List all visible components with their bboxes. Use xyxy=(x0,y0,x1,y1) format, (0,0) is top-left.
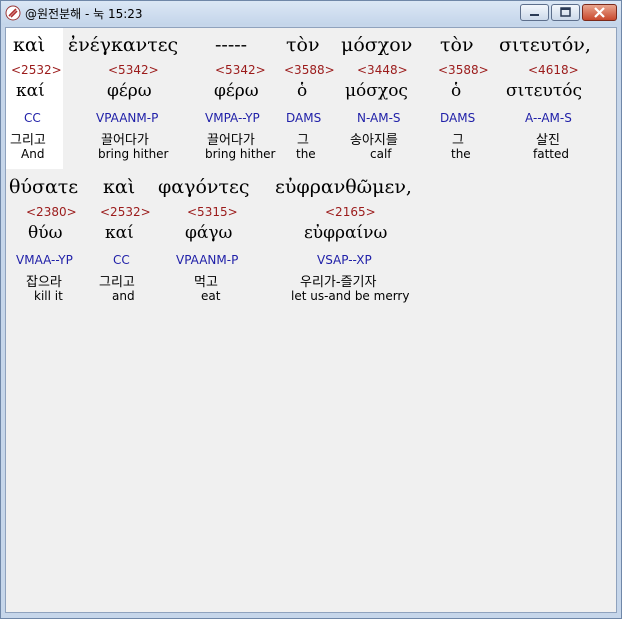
english-gloss: kill it xyxy=(34,289,63,303)
strong-number[interactable]: <3448> xyxy=(357,63,408,77)
english-gloss: calf xyxy=(370,147,392,161)
app-icon xyxy=(5,5,21,21)
english-gloss: the xyxy=(451,147,471,161)
greek-word[interactable]: τὸν xyxy=(440,34,474,56)
korean-gloss: 그리고 xyxy=(10,133,46,148)
lemma: εὐφραίνω xyxy=(304,223,388,243)
korean-gloss: 끌어다가 xyxy=(101,133,149,148)
lemma: φάγω xyxy=(185,223,233,243)
strong-number[interactable]: <5342> xyxy=(215,63,266,77)
korean-gloss: 그 xyxy=(452,133,464,148)
morphology-code[interactable]: CC xyxy=(24,111,41,125)
morphology-code[interactable]: VPAANM-P xyxy=(176,253,238,267)
korean-gloss: 그 xyxy=(297,133,309,148)
lemma: καί xyxy=(16,81,45,101)
english-gloss: let us-and be merry xyxy=(291,289,410,303)
lemma: θύω xyxy=(28,223,63,243)
greek-word[interactable]: ἐνέγκαντες xyxy=(68,34,178,56)
window-bottom-border xyxy=(1,613,621,618)
morphology-code[interactable]: DAMS xyxy=(440,111,475,125)
korean-gloss: 우리가-즐기자 xyxy=(300,275,377,290)
english-gloss: bring hither xyxy=(98,147,169,161)
morphology-code[interactable]: VPAANM-P xyxy=(96,111,158,125)
korean-gloss: 그리고 xyxy=(99,275,135,290)
strong-number[interactable]: <2380> xyxy=(26,205,77,219)
lemma: καί xyxy=(105,223,134,243)
lemma: μόσχος xyxy=(345,81,408,101)
close-button[interactable] xyxy=(582,4,617,21)
morphology-code[interactable]: VMPA--YP xyxy=(205,111,260,125)
title-bar[interactable]: @원전분해 - 눅 15:23 xyxy=(1,1,621,25)
korean-gloss: 잡으라 xyxy=(26,275,62,290)
maximize-button[interactable] xyxy=(551,4,580,21)
greek-word[interactable]: σιτευτόν, xyxy=(499,34,591,56)
english-gloss: and xyxy=(112,289,135,303)
strong-number[interactable]: <2532> xyxy=(11,63,62,77)
morphology-code[interactable]: CC xyxy=(113,253,130,267)
strong-number[interactable]: <5342> xyxy=(108,63,159,77)
strong-number[interactable]: <2165> xyxy=(325,205,376,219)
english-gloss: And xyxy=(21,147,45,161)
strong-number[interactable]: <5315> xyxy=(187,205,238,219)
interlinear-panel[interactable]: καὶ <2532> καί CC 그리고 And ἐνέγκαντες <53… xyxy=(5,27,617,613)
lemma: ὁ xyxy=(297,81,308,101)
greek-word[interactable]: καὶ xyxy=(103,176,135,198)
korean-gloss: 살진 xyxy=(536,133,560,148)
morphology-code[interactable]: VMAA--YP xyxy=(16,253,73,267)
english-gloss: the xyxy=(296,147,316,161)
window-title: @원전분해 - 눅 15:23 xyxy=(25,7,143,21)
greek-word[interactable]: θύσατε xyxy=(9,176,78,198)
minimize-button[interactable] xyxy=(520,4,549,21)
greek-word[interactable]: φαγόντες xyxy=(158,176,249,198)
strong-number[interactable]: <4618> xyxy=(528,63,579,77)
korean-gloss: 끌어다가 xyxy=(207,133,255,148)
morphology-code[interactable]: N-AM-S xyxy=(357,111,401,125)
morphology-code[interactable]: DAMS xyxy=(286,111,321,125)
minimize-icon xyxy=(530,14,539,16)
greek-word[interactable]: τὸν xyxy=(286,34,320,56)
greek-word[interactable]: εὐφρανθῶμεν, xyxy=(275,176,412,198)
lemma: φέρω xyxy=(214,81,259,101)
lemma: ὁ xyxy=(451,81,462,101)
app-window: @원전분해 - 눅 15:23 καὶ <2532> καί CC 그리고 An… xyxy=(0,0,622,619)
strong-number[interactable]: <2532> xyxy=(100,205,151,219)
lemma: φέρω xyxy=(107,81,152,101)
greek-word[interactable]: μόσχον xyxy=(341,34,412,56)
maximize-icon xyxy=(560,7,571,17)
english-gloss: bring hither xyxy=(205,147,276,161)
strong-number[interactable]: <3588> xyxy=(284,63,335,77)
morphology-code[interactable]: VSAP--XP xyxy=(317,253,372,267)
morphology-code[interactable]: A--AM-S xyxy=(525,111,572,125)
lemma: σιτευτός xyxy=(506,81,582,101)
english-gloss: fatted xyxy=(533,147,569,161)
korean-gloss: 먹고 xyxy=(194,275,218,290)
strong-number[interactable]: <3588> xyxy=(438,63,489,77)
korean-gloss: 송아지를 xyxy=(350,133,398,148)
greek-word[interactable]: ----- xyxy=(215,34,247,56)
english-gloss: eat xyxy=(201,289,221,303)
close-icon xyxy=(594,7,605,18)
greek-word[interactable]: καὶ xyxy=(13,34,45,56)
